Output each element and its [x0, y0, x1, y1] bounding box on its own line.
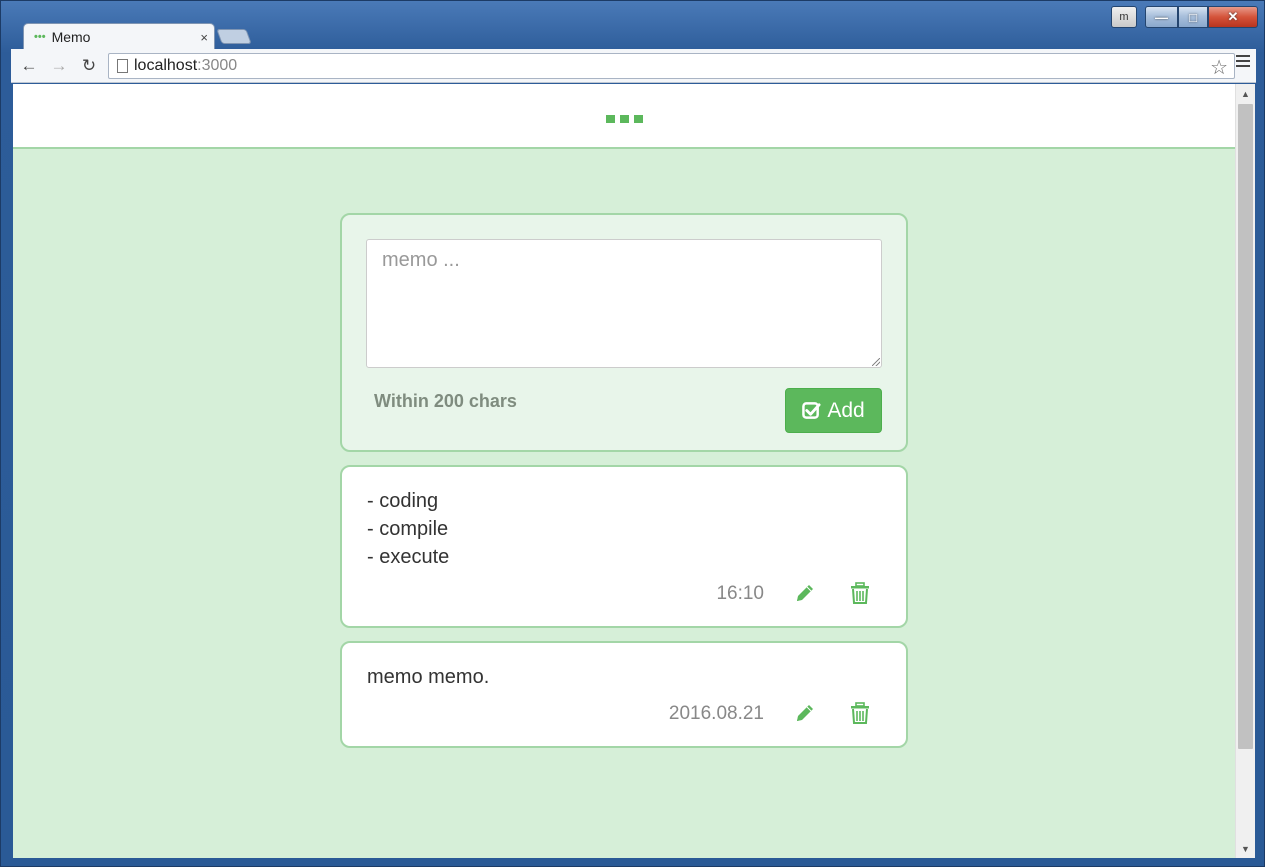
address-bar[interactable]: localhost:3000 ☆ [108, 53, 1235, 79]
app-header [13, 84, 1235, 149]
memo-text: - coding - compile - execute [367, 490, 450, 568]
scroll-up-icon[interactable]: ▲ [1241, 89, 1250, 99]
scroll-down-icon[interactable]: ▼ [1241, 844, 1250, 854]
page-viewport: Within 200 chars Add - coding - compile … [13, 84, 1235, 858]
close-window-button[interactable]: ✕ [1208, 6, 1258, 28]
three-dots-logo-icon [605, 114, 643, 123]
memo-timestamp: 16:10 [716, 583, 764, 604]
url-port: :3000 [197, 57, 238, 74]
memo-card: memo memo. 2016.08.21 [340, 641, 908, 748]
memo-form: Within 200 chars Add [340, 213, 908, 452]
add-button-label: Add [827, 398, 865, 422]
maximize-button[interactable]: □ [1178, 6, 1208, 28]
bookmark-star-icon[interactable]: ☆ [1210, 55, 1228, 80]
forward-icon[interactable]: → [47, 56, 71, 76]
url-host: localhost [134, 57, 198, 74]
browser-window: m — □ ✕ ••• Memo × ← → ↻ localhost:3000 … [0, 0, 1265, 867]
minimize-icon: — [1155, 9, 1168, 25]
minimize-button[interactable]: — [1145, 6, 1178, 28]
close-icon: ✕ [1227, 9, 1239, 24]
char-limit-label: Within 200 chars [374, 391, 517, 411]
new-tab-button[interactable] [216, 29, 252, 44]
memo-input[interactable] [366, 239, 882, 368]
maximize-icon: □ [1189, 9, 1197, 25]
menu-icon[interactable] [1236, 55, 1250, 70]
user-badge-label: m [1119, 11, 1129, 23]
memo-timestamp: 2016.08.21 [668, 703, 764, 724]
memo-card: - coding - compile - execute 16:10 [340, 465, 908, 628]
memo-text: memo memo. [367, 666, 490, 688]
pencil-icon[interactable] [794, 702, 816, 724]
tab-memo[interactable]: ••• Memo × [23, 23, 215, 50]
check-square-icon [802, 402, 821, 419]
pencil-icon[interactable] [794, 582, 816, 604]
page-icon [117, 59, 128, 73]
resize-grip-icon[interactable] [872, 358, 880, 366]
tab-title: Memo [51, 29, 91, 45]
window-controls: m — □ ✕ [1111, 6, 1258, 28]
back-icon[interactable]: ← [17, 56, 41, 76]
reload-icon[interactable]: ↻ [77, 56, 101, 76]
trash-icon[interactable] [849, 582, 871, 604]
scroll-thumb[interactable] [1238, 104, 1253, 749]
user-profile-button[interactable]: m [1111, 6, 1137, 28]
browser-toolbar: ← → ↻ localhost:3000 ☆ [11, 49, 1256, 83]
add-button[interactable]: Add [785, 388, 882, 433]
vertical-scrollbar[interactable]: ▲ ▼ [1235, 84, 1255, 858]
trash-icon[interactable] [849, 702, 871, 724]
tab-close-icon[interactable]: × [200, 30, 208, 45]
favicon-icon: ••• [34, 31, 46, 43]
